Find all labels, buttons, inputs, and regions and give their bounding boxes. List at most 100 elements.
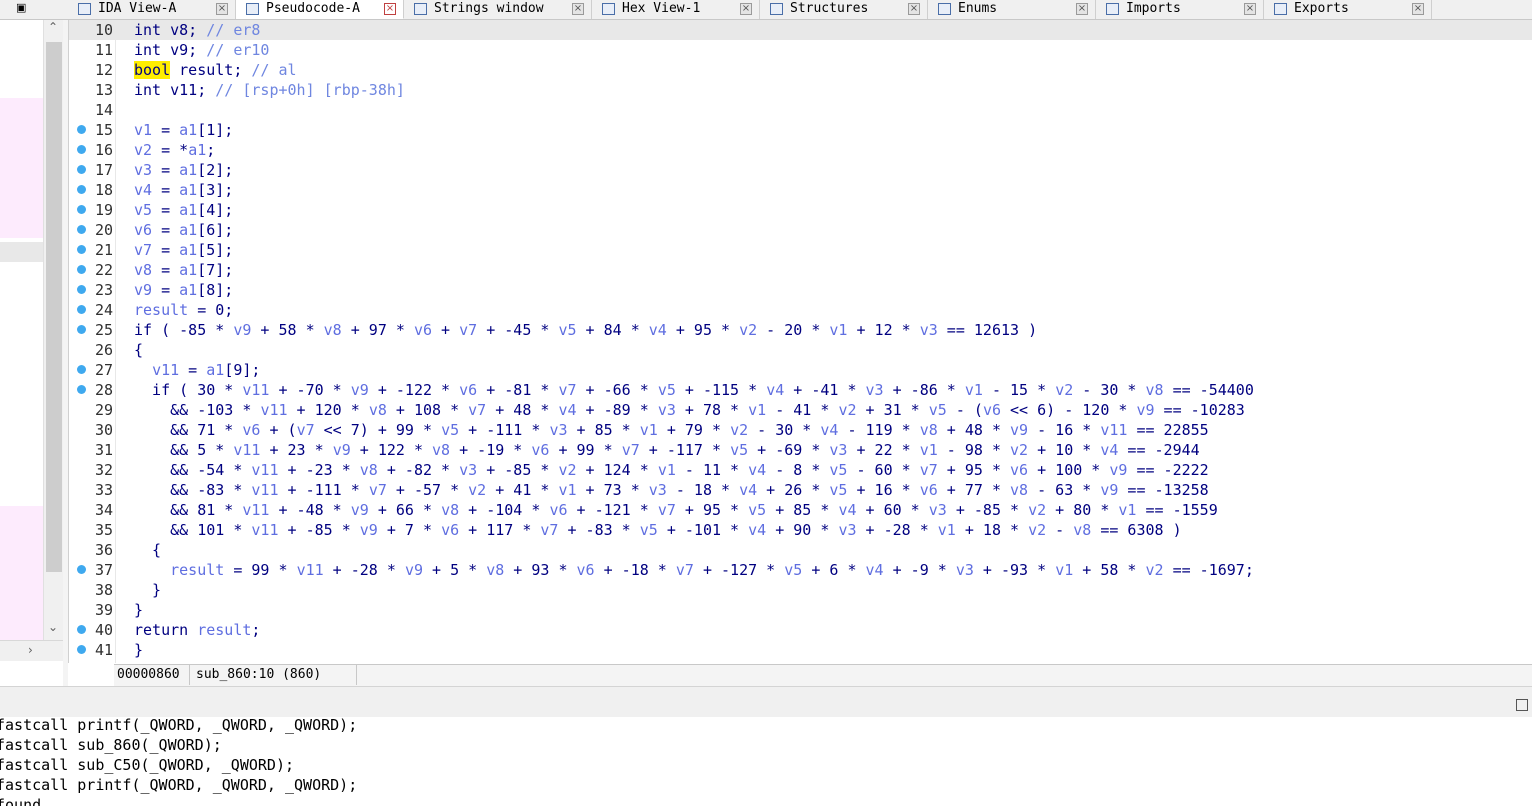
variable-token[interactable]: result	[134, 301, 188, 319]
code-line[interactable]: 14	[69, 100, 1532, 120]
code-line[interactable]: 41}	[69, 640, 1532, 660]
variable-token[interactable]: v1	[658, 461, 676, 479]
variable-token[interactable]: v11	[260, 401, 287, 419]
variable-token[interactable]: v2	[730, 421, 748, 439]
variable-token[interactable]: v6	[242, 421, 260, 439]
code-line[interactable]: 18 v4 = a1[3];	[69, 180, 1532, 200]
variable-token[interactable]: v8	[1073, 521, 1091, 539]
output-window[interactable]: fastcall printf(_QWORD, _QWORD, _QWORD);…	[0, 717, 1532, 806]
close-tab-icon[interactable]: ×	[1412, 3, 1424, 15]
variable-token[interactable]: v7	[468, 401, 486, 419]
variable-token[interactable]: v3	[920, 321, 938, 339]
code-line[interactable]: 31 && 5 * v11 + 23 * v9 + 122 * v8 + -19…	[69, 440, 1532, 460]
variable-token[interactable]: v4	[558, 401, 576, 419]
variable-token[interactable]: v7	[459, 321, 477, 339]
variable-token[interactable]: v6	[531, 441, 549, 459]
variable-token[interactable]: v3	[459, 461, 477, 479]
variable-token[interactable]: v11	[1100, 421, 1127, 439]
variable-token[interactable]: v4	[838, 501, 856, 519]
variable-token[interactable]: v1	[1055, 561, 1073, 579]
variable-token[interactable]: v2	[1028, 521, 1046, 539]
variable-token[interactable]: v7	[658, 501, 676, 519]
breakpoint-dot-icon[interactable]	[77, 565, 86, 574]
code-line[interactable]: 19 v5 = a1[4];	[69, 200, 1532, 220]
variable-token[interactable]: v3	[929, 501, 947, 519]
variable-token[interactable]: v3	[134, 161, 152, 179]
variable-token[interactable]: v11	[251, 481, 278, 499]
variable-token[interactable]: v11	[233, 441, 260, 459]
code-line[interactable]: 35 && 101 * v11 + -85 * v9 + 7 * v6 + 11…	[69, 520, 1532, 540]
variable-token[interactable]: v4	[739, 481, 757, 499]
breakpoint-dot-icon[interactable]	[77, 325, 86, 334]
variable-token[interactable]: v4	[866, 561, 884, 579]
variable-token[interactable]: v1	[938, 521, 956, 539]
variable-token[interactable]: v9	[351, 381, 369, 399]
variable-token[interactable]: v9	[333, 441, 351, 459]
variable-token[interactable]: a1	[179, 281, 197, 299]
variable-token[interactable]: v7	[134, 241, 152, 259]
variable-token[interactable]: v4	[748, 461, 766, 479]
close-tab-icon[interactable]: ×	[1076, 3, 1088, 15]
variable-token[interactable]: a1	[179, 201, 197, 219]
variable-token[interactable]: v11	[251, 521, 278, 539]
variable-token[interactable]: v5	[730, 441, 748, 459]
variable-token[interactable]: v7	[297, 421, 315, 439]
breakpoint-dot-icon[interactable]	[77, 305, 86, 314]
variable-token[interactable]: v7	[369, 481, 387, 499]
panel-restore-icon[interactable]	[1516, 699, 1528, 711]
code-line[interactable]: 25 if ( -85 * v9 + 58 * v8 + 97 * v6 + v7…	[69, 320, 1532, 340]
output-splitter[interactable]	[0, 686, 1532, 718]
tab-strings-window[interactable]: Strings window ×	[404, 0, 592, 19]
variable-token[interactable]: v3	[838, 521, 856, 539]
variable-token[interactable]: v4	[766, 381, 784, 399]
code-line[interactable]: 28 if ( 30 * v11 + -70 * v9 + -122 * v6 …	[69, 380, 1532, 400]
variable-token[interactable]: v7	[920, 461, 938, 479]
tab-structures[interactable]: Structures ×	[760, 0, 928, 19]
breakpoint-dot-icon[interactable]	[77, 265, 86, 274]
variable-token[interactable]: v2	[1028, 501, 1046, 519]
variable-token[interactable]: a1	[179, 261, 197, 279]
variable-token[interactable]: v6	[920, 481, 938, 499]
code-line[interactable]: 40 return result;	[69, 620, 1532, 640]
variable-token[interactable]: v6	[1010, 461, 1028, 479]
scroll-right-icon[interactable]: ›	[28, 643, 33, 657]
variable-token[interactable]: v11	[251, 461, 278, 479]
variable-token[interactable]: v5	[658, 381, 676, 399]
variable-token[interactable]: v5	[558, 321, 576, 339]
variable-token[interactable]: v9	[134, 281, 152, 299]
variable-token[interactable]: v4	[134, 181, 152, 199]
variable-token[interactable]: a1	[188, 141, 206, 159]
scrollbar-thumb[interactable]	[46, 42, 62, 572]
variable-token[interactable]: a1	[179, 221, 197, 239]
variable-token[interactable]: v7	[622, 441, 640, 459]
variable-token[interactable]: a1	[179, 121, 197, 139]
close-tab-icon[interactable]: ×	[572, 3, 584, 15]
variable-token[interactable]: v1	[965, 381, 983, 399]
code-line[interactable]: 29 && -103 * v11 + 120 * v8 + 108 * v7 +…	[69, 400, 1532, 420]
variable-token[interactable]: result	[170, 561, 224, 579]
variable-token[interactable]: v1	[748, 401, 766, 419]
variable-token[interactable]: v4	[820, 421, 838, 439]
variable-token[interactable]: a1	[206, 361, 224, 379]
variable-token[interactable]: v5	[441, 421, 459, 439]
navigator-vertical-scrollbar[interactable]: ⌃ ⌄	[43, 20, 64, 640]
variable-token[interactable]: v5	[929, 401, 947, 419]
code-line[interactable]: 13 int v11; // [rsp+0h] [rbp-38h]	[69, 80, 1532, 100]
variable-token[interactable]: v9	[1109, 461, 1127, 479]
navigator-horizontal-scrollbar[interactable]: ›	[0, 640, 63, 661]
variable-token[interactable]: v9	[233, 321, 251, 339]
variable-token[interactable]: v3	[649, 481, 667, 499]
variable-token[interactable]: v5	[640, 521, 658, 539]
code-line[interactable]: 21 v7 = a1[5];	[69, 240, 1532, 260]
breakpoint-dot-icon[interactable]	[77, 245, 86, 254]
variable-token[interactable]: v9	[1100, 481, 1118, 499]
variable-token[interactable]: v7	[540, 521, 558, 539]
variable-token[interactable]: v8	[1146, 381, 1164, 399]
code-line[interactable]: 36 {	[69, 540, 1532, 560]
restore-window-icon[interactable]: ▣	[16, 2, 28, 14]
tab-ida-view-a[interactable]: IDA View-A ×	[68, 0, 236, 19]
variable-token[interactable]: v4	[649, 321, 667, 339]
variable-token[interactable]: a1	[179, 161, 197, 179]
variable-token[interactable]: a1	[179, 241, 197, 259]
variable-token[interactable]: v11	[242, 501, 269, 519]
